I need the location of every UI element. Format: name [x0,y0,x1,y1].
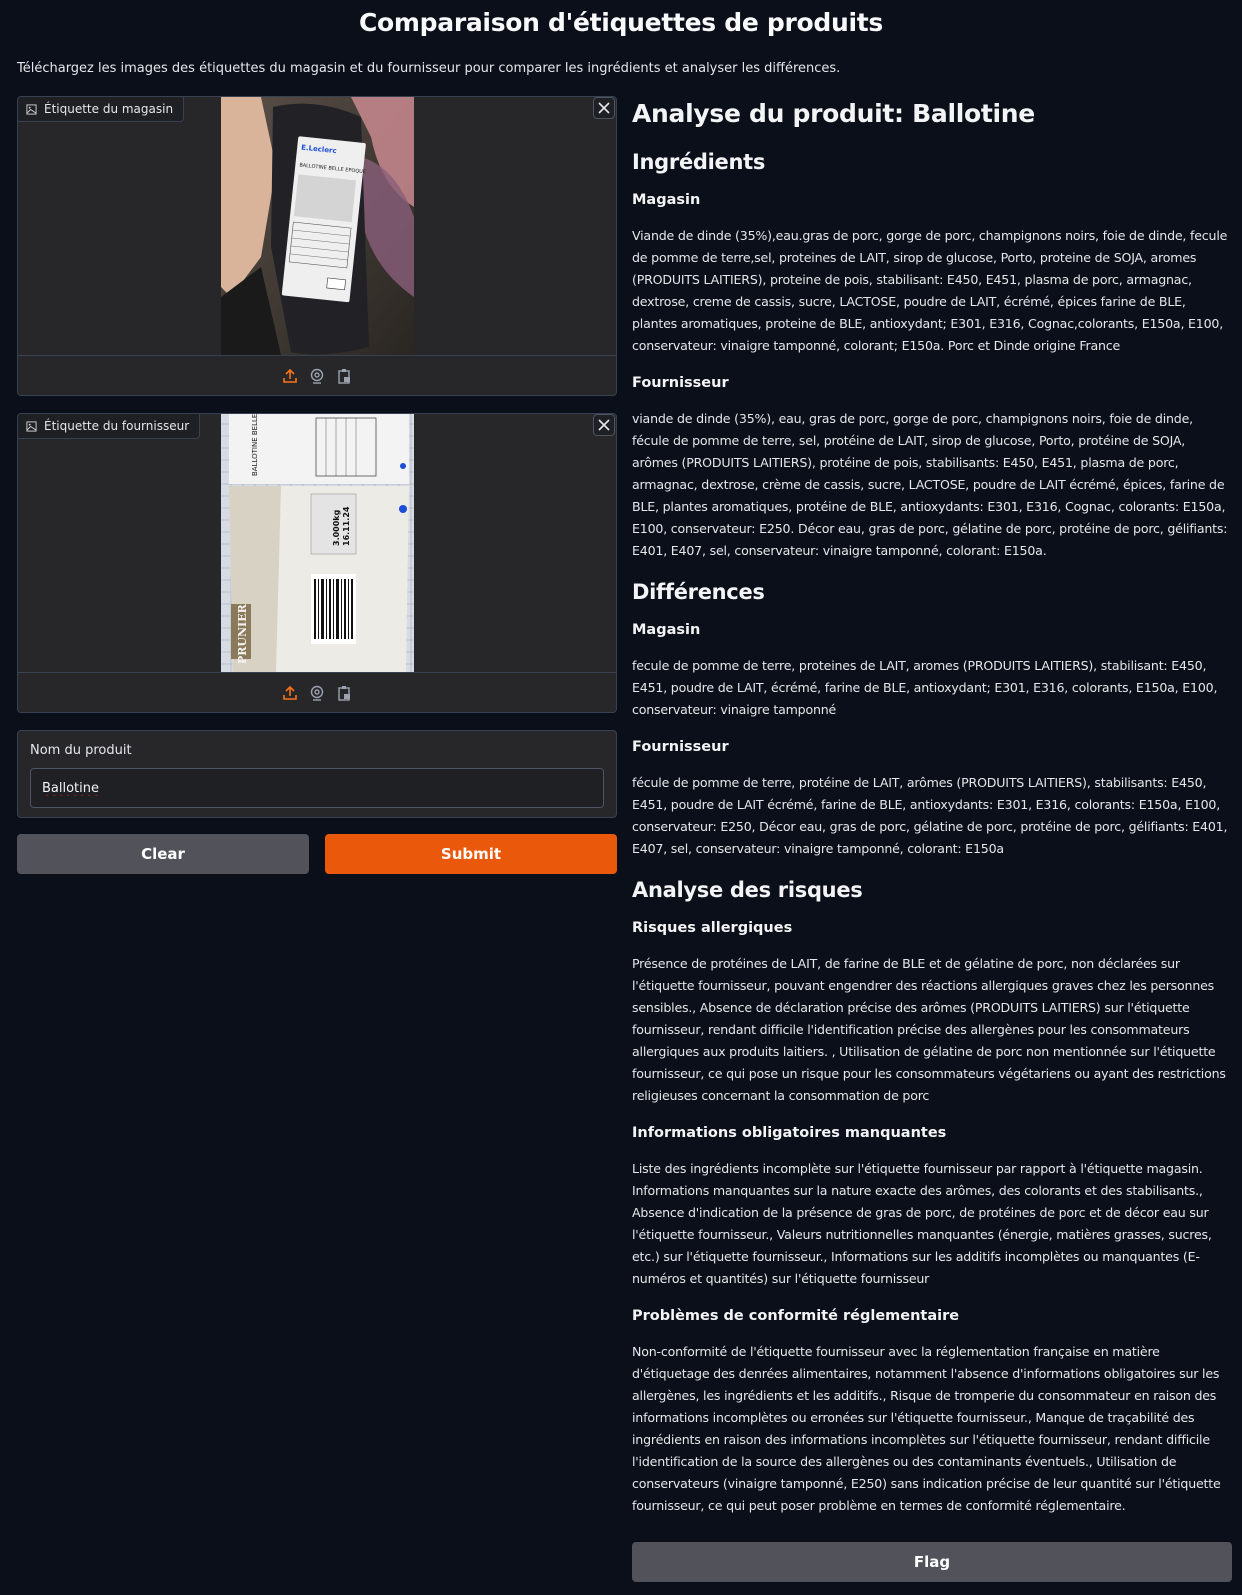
supplier-label-photo-area[interactable]: BALLOTINE BELLE EPOQUE PRUNIER 3.000kg 1… [18,414,616,672]
ingredients-store-text: Viande de dinde (35%),eau.gras de porc, … [632,228,1228,353]
store-label-chip: Étiquette du magasin [18,97,185,122]
webcam-icon[interactable] [308,366,327,385]
analysis-title: Analyse du produit: Ballotine [632,99,1035,128]
supplier-label-image-panel[interactable]: BALLOTINE BELLE EPOQUE PRUNIER 3.000kg 1… [17,413,617,713]
ingredients-store-heading: Magasin [632,192,701,208]
supplier-label-chip: Étiquette du fournisseur [18,414,201,439]
differences-store-text: fecule de pomme de terre, proteines de L… [632,658,1218,717]
compliance-text: Non-conformité de l'étiquette fournisseu… [632,1344,1221,1513]
input-column: E.Leclerc BALLOTINE BELLE EPOQUE Étiquet… [17,96,617,874]
upload-icon[interactable] [281,366,300,385]
store-image-toolbar [18,355,616,395]
store-label-chip-text: Étiquette du magasin [44,102,174,116]
missing-info-heading: Informations obligatoires manquantes [632,1125,947,1141]
supplier-label-photo-text: BALLOTINE BELLE EPOQUE [251,414,259,476]
svg-text:PRUNIER: PRUNIER [236,603,249,664]
allergy-risks-heading: Risques allergiques [632,920,793,936]
clipboard-icon[interactable] [335,683,354,702]
compliance-heading: Problèmes de conformité réglementaire [632,1308,960,1324]
supplier-image-close-button[interactable] [593,414,615,436]
product-name-box: Nom du produit [17,730,617,818]
webcam-icon[interactable] [308,683,327,702]
store-label-photo: E.Leclerc BALLOTINE BELLE EPOQUE [221,97,414,355]
submit-button[interactable]: Submit [325,834,617,874]
store-label-photo-area[interactable]: E.Leclerc BALLOTINE BELLE EPOQUE [18,97,616,355]
ingredients-heading: Ingrédients [632,150,766,174]
supplier-image-toolbar [18,672,616,712]
store-label-image-panel[interactable]: E.Leclerc BALLOTINE BELLE EPOQUE Étiquet… [17,96,617,396]
allergy-risks-text: Présence de protéines de LAIT, de farine… [632,956,1226,1103]
differences-store-heading: Magasin [632,622,701,638]
close-icon [598,419,610,431]
image-icon [26,103,37,115]
supplier-label-chip-text: Étiquette du fournisseur [44,419,190,433]
product-name-input[interactable] [30,768,604,808]
svg-text:3.000kg: 3.000kg [332,509,341,546]
upload-icon[interactable] [281,683,300,702]
missing-info-text: Liste des ingrédients incomplète sur l'é… [632,1161,1212,1286]
ingredients-supplier-text: viande de dinde (35%), eau, gras de porc… [632,411,1228,558]
store-image-close-button[interactable] [593,97,615,119]
action-buttons: Clear Submit [17,834,617,874]
ingredients-supplier-heading: Fournisseur [632,375,729,391]
page-description: Téléchargez les images des étiquettes du… [17,61,841,76]
close-icon [598,102,610,114]
differences-supplier-heading: Fournisseur [632,739,729,755]
product-name-label: Nom du produit [30,743,132,758]
flag-button[interactable]: Flag [632,1542,1232,1582]
svg-text:16.11.24: 16.11.24 [342,506,351,546]
risks-heading: Analyse des risques [632,878,863,902]
differences-heading: Différences [632,580,765,604]
differences-supplier-text: fécule de pomme de terre, protéine de LA… [632,775,1228,856]
page-title: Comparaison d'étiquettes de produits [358,8,884,37]
supplier-label-photo: BALLOTINE BELLE EPOQUE PRUNIER 3.000kg 1… [221,414,414,672]
clear-button[interactable]: Clear [17,834,309,874]
analysis-output: Analyse du produit: Ballotine Ingrédient… [632,96,1232,1533]
clipboard-icon[interactable] [335,366,354,385]
image-icon [26,420,37,432]
